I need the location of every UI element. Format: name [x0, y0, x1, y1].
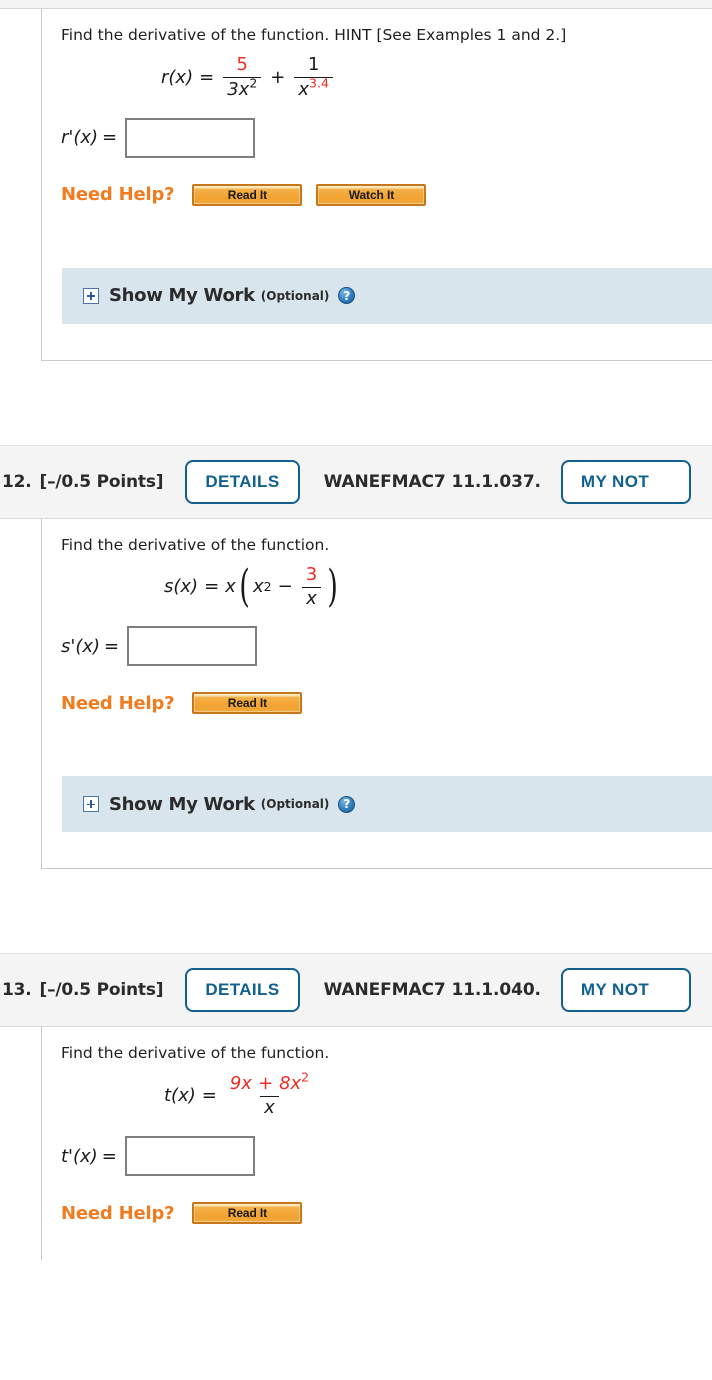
- fraction-two-numerator: 1: [307, 53, 320, 75]
- question-prompt-q11: Find the derivative of the function. HIN…: [61, 26, 567, 44]
- function-label-q12: s(x): [164, 576, 199, 598]
- fraction-one-q11: 5 3x2: [223, 53, 262, 100]
- question-code-q13: WANEFMAC7 11.1.040.: [323, 980, 541, 1001]
- equation-q11: r(x) = 5 3x2 + 1 x3.4: [42, 46, 712, 104]
- need-help-row-q12: Need Help? Read It: [42, 666, 712, 715]
- answer-row-q13: t'(x) =: [42, 1122, 712, 1177]
- answer-label-text-q13: t'(x): [61, 1145, 98, 1167]
- show-my-work-title-q11: Show My Work: [109, 285, 255, 307]
- right-paren-q12: ): [327, 561, 339, 613]
- numerator-term-a: 9x: [229, 1073, 252, 1095]
- question-number-q13: 13.: [2, 980, 32, 1001]
- read-it-button-q12[interactable]: Read It: [192, 692, 303, 715]
- inner-fraction-q12: 3 x: [302, 563, 321, 609]
- show-my-work-title-q12: Show My Work: [109, 793, 255, 815]
- inner-base-q12: x: [253, 576, 264, 598]
- need-help-label-q13: Need Help?: [61, 1202, 175, 1224]
- answer-label-q13: t'(x) =: [61, 1146, 117, 1167]
- watch-it-button-q11[interactable]: Watch It: [316, 183, 427, 206]
- my-notes-button-q12[interactable]: MY NOT: [560, 459, 692, 504]
- question-points-q13: [–/0.5 Points]: [39, 980, 164, 1001]
- answer-label-text-q12: s'(x): [61, 635, 101, 657]
- section-gap-2: [0, 869, 712, 954]
- answer-equals-q13: =: [101, 1145, 117, 1167]
- question-number-q12: 12.: [2, 471, 32, 492]
- function-label-q13: t(x): [164, 1085, 196, 1107]
- equation-q13: t(x) = 9x +8x2 x: [42, 1064, 712, 1122]
- answer-label-text-q11: r'(x): [61, 127, 99, 149]
- details-button-q13[interactable]: DETAILS: [185, 968, 300, 1013]
- need-help-label-q12: Need Help?: [61, 692, 175, 714]
- den-exponent: 2: [249, 75, 258, 91]
- inner-fraction-numerator: 3: [305, 563, 318, 585]
- answer-label-q12: s'(x) =: [61, 636, 119, 657]
- details-button-q12[interactable]: DETAILS: [185, 459, 300, 504]
- expand-plus-icon-q12[interactable]: [83, 796, 99, 813]
- question-points-q12: [–/0.5 Points]: [39, 471, 164, 492]
- show-my-work-optional-q11: (Optional): [260, 288, 330, 303]
- fraction-numerator-q13: 9x +8x2: [226, 1071, 313, 1096]
- question-tail-q11: [42, 324, 712, 360]
- fraction-denominator-q13: x: [260, 1096, 279, 1118]
- question-tail-q12: [42, 832, 712, 868]
- left-paren-q12: (: [239, 561, 250, 613]
- numerator-term-b-exponent: 2: [301, 1070, 310, 1086]
- question-body-q11: Find the derivative of the function. HIN…: [41, 9, 712, 361]
- question-header-q12: 12. [–/0.5 Points] DETAILS WANEFMAC7 11.…: [0, 444, 712, 519]
- fraction-one-numerator: 5: [236, 53, 248, 75]
- answer-equals-q11: =: [102, 127, 118, 149]
- help-question-icon-q12[interactable]: ?: [338, 795, 356, 813]
- spacer-q12: [42, 714, 712, 776]
- show-my-work-optional-q12: (Optional): [260, 797, 330, 812]
- answer-input-q13[interactable]: [124, 1136, 255, 1177]
- inner-fraction-denominator: x: [302, 586, 321, 609]
- equation-q12: s(x) = x ( x2 − 3 x ): [164, 561, 339, 613]
- answer-input-q11[interactable]: [125, 117, 256, 158]
- answer-label-q11: r'(x) =: [61, 127, 117, 148]
- read-it-button-q13[interactable]: Read It: [192, 1202, 303, 1225]
- equals-sign-q13: =: [201, 1085, 217, 1107]
- homework-page: Find the derivative of the function. HIN…: [0, 0, 712, 1261]
- answer-row-q11: r'(x) =: [42, 104, 712, 158]
- page-top-strip: [0, 0, 712, 9]
- question-tail-q13: [42, 1224, 712, 1260]
- need-help-label-q11: Need Help?: [61, 184, 175, 206]
- show-my-work-band-q12[interactable]: Show My Work (Optional) ?: [62, 776, 712, 833]
- fraction-one-denominator: 3x2: [223, 75, 262, 100]
- need-help-row-q11: Need Help? Read It Watch It: [42, 158, 712, 206]
- fraction-two-denominator: x3.4: [294, 77, 333, 100]
- fraction-q13: 9x +8x2 x: [226, 1071, 313, 1118]
- den2-exponent: 3.4: [309, 75, 329, 91]
- expand-plus-icon-q11[interactable]: [83, 287, 99, 304]
- question-body-q12: Find the derivative of the function. s(x…: [41, 518, 712, 870]
- question-prompt-q12: Find the derivative of the function.: [61, 535, 330, 554]
- spacer-q11: [42, 206, 712, 268]
- minus-operator-q12: −: [277, 576, 293, 598]
- plus-operator-q11: +: [270, 66, 286, 88]
- answer-input-q12[interactable]: [127, 626, 258, 667]
- numerator-term-b: 8x: [279, 1073, 302, 1095]
- question-prompt-q13: Find the derivative of the function.: [61, 1044, 330, 1063]
- question-body-q13: Find the derivative of the function. t(x…: [41, 1027, 712, 1261]
- my-notes-button-q13[interactable]: MY NOT: [560, 968, 692, 1013]
- answer-equals-q12: =: [104, 635, 120, 657]
- show-my-work-band-q11[interactable]: Show My Work (Optional) ?: [62, 267, 712, 324]
- question-header-q13: 13. [–/0.5 Points] DETAILS WANEFMAC7 11.…: [0, 953, 712, 1028]
- function-label-q11: r(x): [161, 66, 194, 88]
- fraction-two-q11: 1 x3.4: [294, 53, 333, 100]
- help-question-icon-q11[interactable]: ?: [338, 287, 356, 305]
- outer-factor-q12: x: [225, 576, 236, 598]
- answer-row-q12: s'(x) =: [42, 612, 712, 667]
- question-code-q12: WANEFMAC7 11.1.037.: [323, 471, 541, 492]
- need-help-row-q13: Need Help? Read It: [42, 1176, 712, 1225]
- read-it-button-q11[interactable]: Read It: [192, 183, 303, 206]
- equals-sign-q12: =: [204, 576, 220, 598]
- den-coefficient: 3x: [227, 78, 250, 100]
- numerator-operator: +: [257, 1073, 274, 1095]
- section-gap-1: [0, 360, 712, 445]
- den2-base: x: [298, 78, 310, 100]
- equals-sign-q11: =: [199, 66, 215, 88]
